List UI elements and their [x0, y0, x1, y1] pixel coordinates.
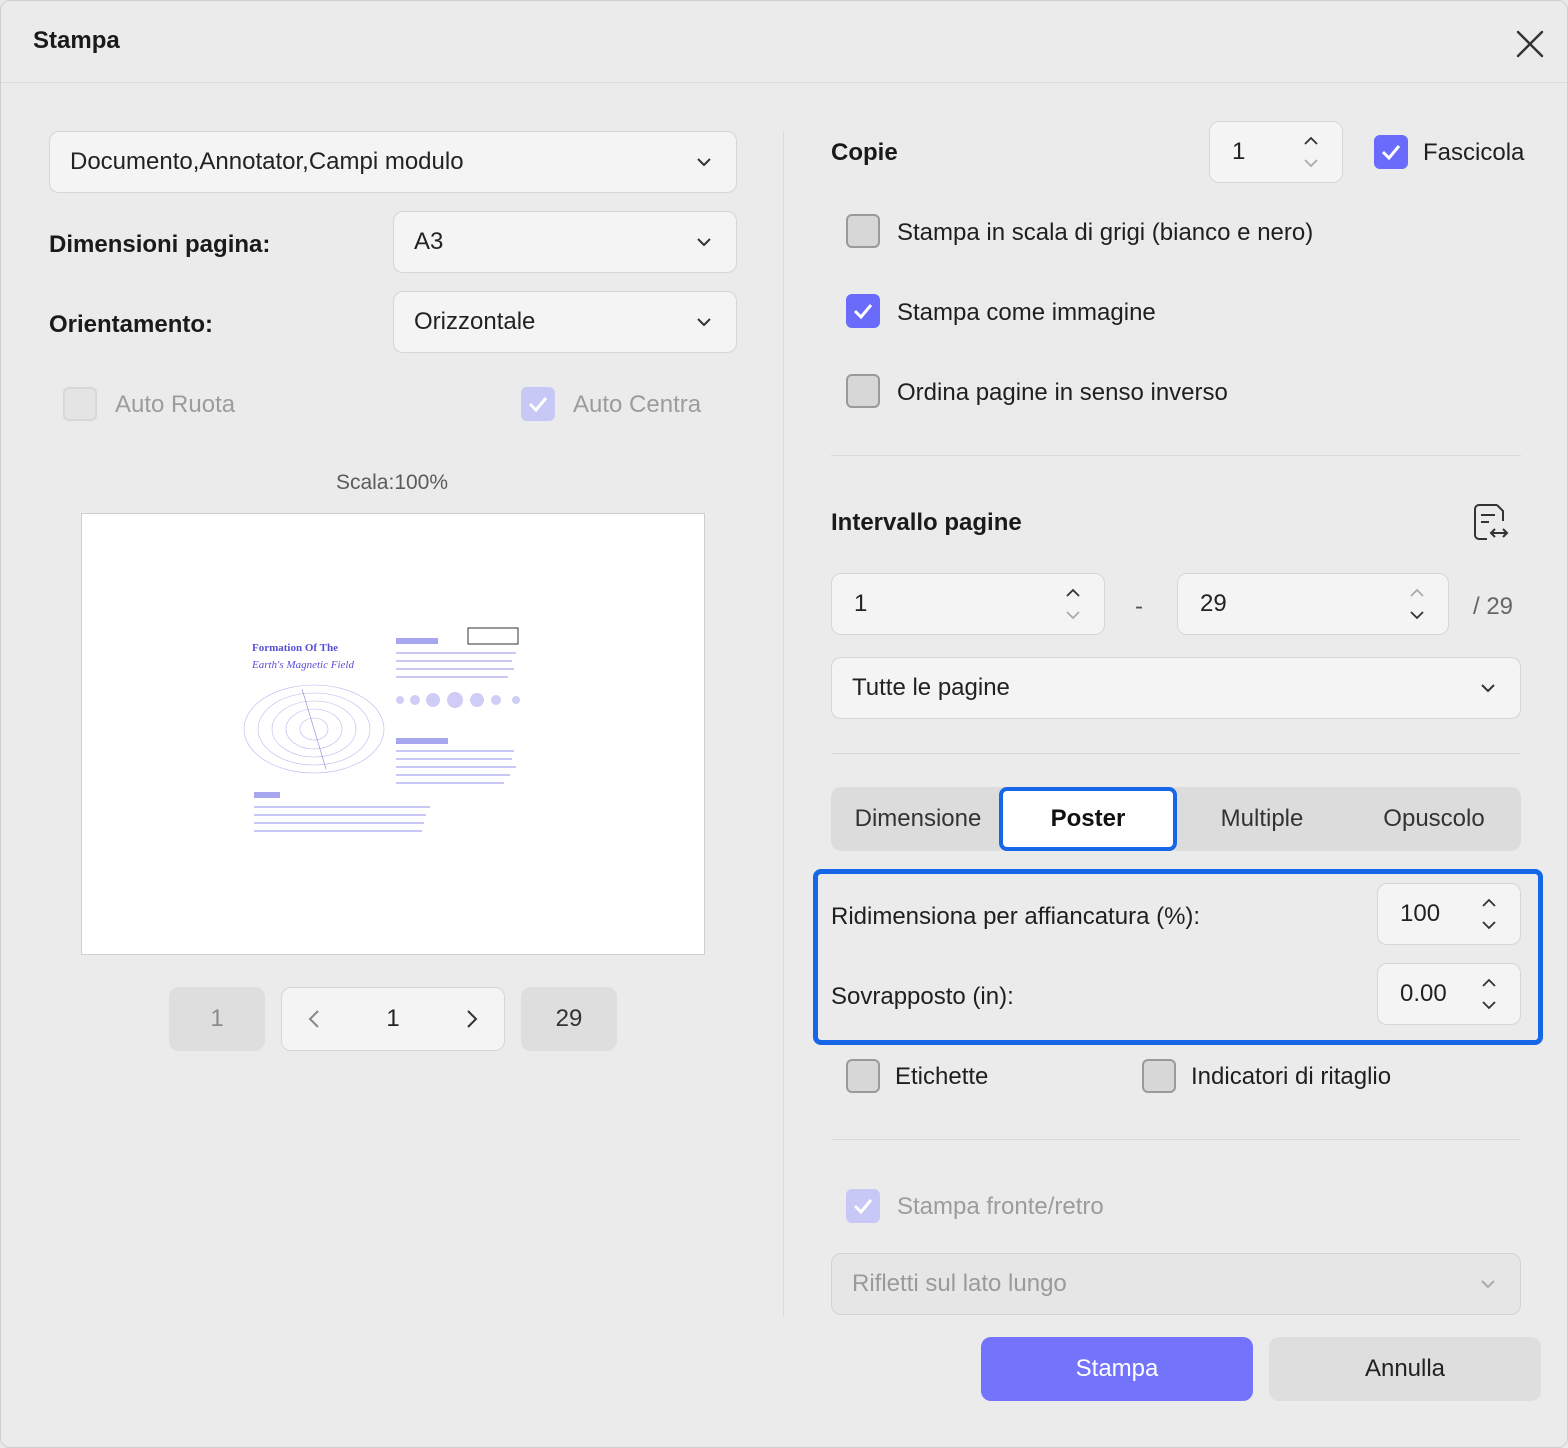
section-divider [831, 753, 1521, 754]
chevron-left-icon[interactable] [304, 1008, 326, 1030]
preview-text-lines [396, 652, 516, 678]
tile-scale-label: Ridimensiona per affiancatura (%): [831, 903, 1201, 930]
copies-value[interactable]: 1 [1232, 138, 1245, 166]
page-navigator: 1 [281, 987, 505, 1051]
tab-opuscolo[interactable]: Opuscolo [1347, 787, 1521, 851]
checkmark-icon [1381, 145, 1401, 161]
preview-planets [396, 692, 520, 708]
flip-select[interactable]: Rifletti sul lato lungo [831, 1253, 1521, 1315]
preview-tag [254, 792, 280, 798]
copies-stepper[interactable]: 1 [1209, 121, 1343, 183]
preview-thumbnail: Formation Of The Earth's Magnetic Field [243, 627, 520, 832]
content-select-value: Documento,Annotator,Campi modulo [70, 148, 464, 175]
cancel-button[interactable]: Annulla [1269, 1337, 1541, 1401]
last-page-button[interactable]: 29 [521, 987, 617, 1051]
range-from-stepper[interactable]: 1 [831, 573, 1105, 635]
preview-title-line1: Formation Of The [252, 642, 338, 654]
chevron-down-icon [697, 318, 711, 327]
magnetic-field-illustration [243, 684, 385, 774]
copies-label: Copie [831, 139, 898, 166]
checkmark-icon [528, 397, 548, 413]
page-size-select[interactable]: A3 [393, 211, 737, 273]
grayscale-checkbox[interactable] [846, 214, 880, 248]
stepper-arrows-icon[interactable] [1064, 584, 1082, 624]
column-divider [783, 131, 784, 1316]
page-subset-select[interactable]: Tutte le pagine [831, 657, 1521, 719]
dialog-title: Stampa [33, 27, 120, 54]
reverse-order-checkbox[interactable] [846, 374, 880, 408]
overlap-label: Sovrapposto (in): [831, 983, 1014, 1010]
orientation-select[interactable]: Orizzontale [393, 291, 737, 353]
checkmark-icon [853, 304, 873, 320]
tile-scale-stepper[interactable]: 100 [1377, 883, 1521, 945]
preview-tag [396, 738, 448, 744]
tab-dimensione[interactable]: Dimensione [831, 787, 1005, 851]
content-select[interactable]: Documento,Annotator,Campi modulo [49, 131, 737, 193]
auto-center-label: Auto Centra [573, 391, 702, 418]
duplex-label: Stampa fronte/retro [897, 1193, 1104, 1220]
section-divider [831, 455, 1521, 456]
page-subset-value: Tutte le pagine [852, 674, 1010, 701]
labels-checkbox[interactable] [846, 1059, 880, 1093]
print-as-image-checkbox[interactable] [846, 294, 880, 328]
preview-text-lines [396, 750, 516, 784]
page-preview: Formation Of The Earth's Magnetic Field [81, 513, 705, 955]
duplex-checkbox[interactable] [846, 1189, 880, 1223]
close-icon[interactable] [1511, 25, 1549, 63]
collate-checkbox[interactable] [1374, 135, 1408, 169]
stepper-arrows-icon[interactable] [1480, 894, 1498, 934]
print-button[interactable]: Stampa [981, 1337, 1253, 1401]
page-size-value: A3 [414, 228, 444, 255]
range-total: / 29 [1473, 593, 1514, 620]
layout-tabs: Dimensione Poster Multiple Opuscolo [831, 787, 1521, 851]
tile-scale-value[interactable]: 100 [1400, 900, 1440, 928]
orientation-label: Orientamento: [49, 311, 214, 338]
crop-marks-checkbox[interactable] [1142, 1059, 1176, 1093]
chevron-down-icon [1481, 1280, 1495, 1289]
reverse-order-label: Ordina pagine in senso inverso [897, 379, 1228, 406]
chevron-right-icon[interactable] [460, 1008, 482, 1030]
stepper-arrows-icon[interactable] [1302, 132, 1320, 172]
overlap-stepper[interactable]: 0.00 [1377, 963, 1521, 1025]
print-dialog: Stampa Documento,Annotator,Campi modulo … [0, 0, 1568, 1448]
preview-text-lines [254, 806, 430, 832]
stepper-arrows-icon[interactable] [1408, 584, 1426, 624]
page-range-label: Intervallo pagine [831, 509, 1022, 536]
preview-box [467, 627, 519, 645]
labels-label: Etichette [895, 1063, 989, 1090]
stepper-arrows-icon[interactable] [1480, 974, 1498, 1014]
overlap-value[interactable]: 0.00 [1400, 980, 1447, 1008]
range-separator: - [1135, 593, 1143, 620]
auto-rotate-label: Auto Ruota [115, 391, 236, 418]
page-size-label: Dimensioni pagina: [49, 231, 271, 258]
collate-label: Fascicola [1423, 139, 1525, 166]
preview-tag [396, 638, 438, 644]
range-to-stepper[interactable]: 29 [1177, 573, 1449, 635]
crop-marks-label: Indicatori di ritaglio [1191, 1063, 1392, 1090]
tab-poster[interactable]: Poster [999, 787, 1177, 851]
chevron-down-icon [697, 158, 711, 167]
chevron-down-icon [1481, 684, 1495, 693]
section-divider [831, 1139, 1521, 1140]
range-to-value[interactable]: 29 [1200, 590, 1227, 618]
range-from-value[interactable]: 1 [854, 590, 867, 618]
first-page-button[interactable]: 1 [169, 987, 265, 1051]
flip-value: Rifletti sul lato lungo [852, 1270, 1067, 1297]
auto-rotate-checkbox[interactable] [63, 387, 97, 421]
preview-title-line2: Earth's Magnetic Field [251, 659, 354, 671]
current-page[interactable]: 1 [386, 1005, 399, 1033]
scale-label: Scala:100% [335, 471, 449, 494]
checkmark-icon [853, 1199, 873, 1215]
orientation-value: Orizzontale [414, 308, 536, 335]
print-as-image-label: Stampa come immagine [897, 299, 1156, 326]
page-range-swap-icon[interactable] [1469, 501, 1511, 543]
auto-center-checkbox[interactable] [521, 387, 555, 421]
grayscale-label: Stampa in scala di grigi (bianco e nero) [897, 219, 1314, 246]
chevron-down-icon [697, 238, 711, 247]
tab-multiple[interactable]: Multiple [1177, 787, 1347, 851]
title-bar: Stampa [1, 1, 1567, 83]
